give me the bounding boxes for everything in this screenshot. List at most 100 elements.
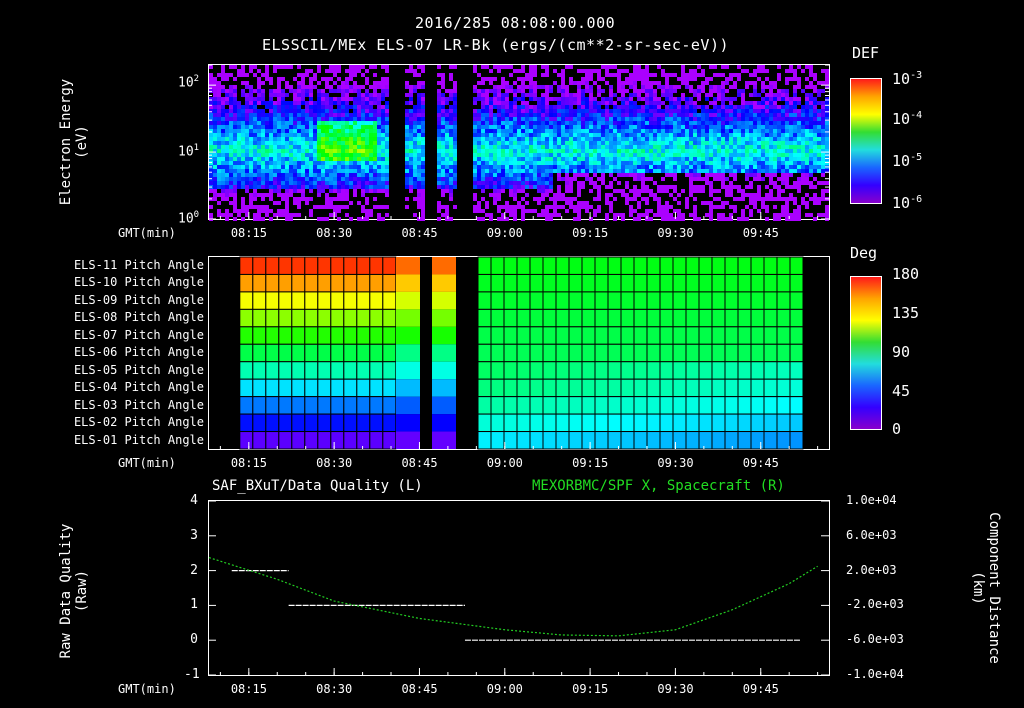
pitch-angle-cell bbox=[685, 361, 700, 380]
pitch-angle-cell bbox=[711, 343, 726, 363]
pitch-angle-cell bbox=[304, 396, 319, 415]
pitch-angle-cell bbox=[542, 361, 557, 380]
pitch-angle-cell bbox=[441, 361, 444, 380]
pitch-angle-cell bbox=[568, 273, 583, 293]
pitch-angle-cell bbox=[356, 431, 371, 450]
pitch-angle-cell bbox=[659, 378, 674, 398]
pitch-angle-cell bbox=[278, 396, 293, 415]
pitch-angle-cell bbox=[450, 396, 453, 415]
pitch-angle-cell bbox=[672, 361, 687, 380]
pitch-angle-cell bbox=[405, 257, 408, 275]
pitch-angle-cell bbox=[685, 273, 700, 293]
pitch-angle-cell bbox=[763, 413, 778, 433]
pitch-angle-cell bbox=[343, 396, 358, 415]
pitch-angle-cell bbox=[776, 378, 791, 398]
pitch-angle-cell bbox=[408, 361, 411, 380]
pitch-angle-cell bbox=[477, 413, 492, 433]
pitch-angle-cell bbox=[620, 343, 635, 363]
pitch-angle-cell bbox=[444, 291, 447, 310]
pitch-angle-cell bbox=[477, 396, 492, 415]
pitch-angle-cell bbox=[408, 326, 411, 345]
pitch-angle-cell bbox=[672, 291, 687, 310]
pitch-angle-cell bbox=[435, 309, 438, 327]
pitch-angle-cell bbox=[317, 361, 332, 380]
pitch-angle-cell bbox=[633, 413, 648, 433]
pitch-angle-cell bbox=[789, 378, 804, 398]
pitch-angle-cell bbox=[417, 274, 420, 292]
pitch-angle-cell bbox=[441, 326, 444, 345]
pitch-angle-cell bbox=[789, 256, 804, 275]
pitch-angle-cell bbox=[646, 361, 661, 380]
pitch-angle-cell bbox=[594, 361, 609, 380]
pitch-angle-cell bbox=[453, 431, 456, 449]
pitch-angle-cell bbox=[529, 361, 544, 380]
pitch-angle-cell bbox=[698, 413, 713, 433]
pitch-angle-cell bbox=[396, 291, 399, 310]
pitch-angle-cell bbox=[555, 326, 570, 345]
pitch-angle-cell bbox=[789, 326, 804, 345]
pitch-angle-cell bbox=[789, 273, 804, 293]
pitch-angle-cell bbox=[594, 291, 609, 310]
pitch-angle-cell bbox=[438, 291, 441, 310]
pitch-angle-cell bbox=[369, 273, 384, 293]
pitch-angle-cell bbox=[672, 396, 687, 415]
pitch-angle-cell bbox=[382, 361, 397, 380]
pitch-angle-cell bbox=[405, 274, 408, 292]
pitch-angle-cell bbox=[490, 326, 505, 345]
pitch-angle-cell bbox=[542, 291, 557, 310]
pitch-angle-cell bbox=[414, 361, 417, 380]
pitch-angle-cell bbox=[417, 326, 420, 345]
pitch-angle-cell bbox=[594, 273, 609, 293]
pitch-angle-cell bbox=[411, 431, 414, 449]
pitch-angle-cell bbox=[414, 414, 417, 432]
pitch-angle-cell bbox=[252, 326, 267, 345]
pitch-angle-cell bbox=[265, 396, 280, 415]
pitch-angle-cell bbox=[711, 308, 726, 328]
pitch-angle-cell bbox=[450, 431, 453, 449]
pitch-angle-cell bbox=[438, 344, 441, 362]
pitch-angle-cell bbox=[435, 257, 438, 275]
pitch-angle-cell bbox=[542, 308, 557, 328]
pitch-angle-cell bbox=[265, 273, 280, 293]
pitch-angle-cell bbox=[711, 413, 726, 433]
pitch-angle-cell bbox=[646, 378, 661, 398]
pitch-angle-cell bbox=[516, 256, 531, 275]
pitch-angle-cell bbox=[304, 343, 319, 363]
pitch-angle-cell bbox=[414, 379, 417, 397]
pitch-angle-cell bbox=[555, 378, 570, 398]
pitch-angle-cell bbox=[356, 308, 371, 328]
pitch-angle-cell bbox=[441, 344, 444, 362]
pitch-angle-cell bbox=[633, 256, 648, 275]
pitch-angle-cell bbox=[568, 396, 583, 415]
pitch-angle-cell bbox=[620, 291, 635, 310]
pitch-angle-cell bbox=[646, 431, 661, 450]
pitch-angle-cell bbox=[477, 378, 492, 398]
pitch-angle-cell bbox=[542, 273, 557, 293]
pitch-angle-cell bbox=[503, 396, 518, 415]
pitch-angle-cell bbox=[432, 431, 435, 449]
pitch-angle-cell bbox=[435, 379, 438, 397]
pitch-angle-cell bbox=[444, 379, 447, 397]
pitch-angle-cell bbox=[444, 431, 447, 449]
pitch-angle-cell bbox=[417, 309, 420, 327]
pitch-angle-cell bbox=[435, 361, 438, 380]
pitch-angle-cell bbox=[594, 256, 609, 275]
pitch-angle-cell bbox=[396, 396, 399, 415]
pitch-angle-cell bbox=[399, 414, 402, 432]
pitch-angle-cell bbox=[343, 326, 358, 345]
pitch-angle-cell bbox=[737, 431, 752, 450]
pitch-angle-cell bbox=[382, 378, 397, 398]
pitch-angle-cell bbox=[330, 361, 345, 380]
pitch-angle-cell bbox=[447, 291, 450, 310]
pitch-angle-cell bbox=[278, 256, 293, 275]
pitch-angle-cell bbox=[633, 378, 648, 398]
pitch-angle-cell bbox=[330, 413, 345, 433]
pitch-angle-cell bbox=[432, 309, 435, 327]
pitch-angle-cell bbox=[698, 291, 713, 310]
pitch-angle-cell bbox=[646, 273, 661, 293]
pitch-angle-cell bbox=[304, 256, 319, 275]
pitch-angle-cell bbox=[490, 361, 505, 380]
pitch-angle-cell bbox=[382, 308, 397, 328]
pitch-angle-cell bbox=[265, 291, 280, 310]
pitch-angle-cell bbox=[503, 256, 518, 275]
